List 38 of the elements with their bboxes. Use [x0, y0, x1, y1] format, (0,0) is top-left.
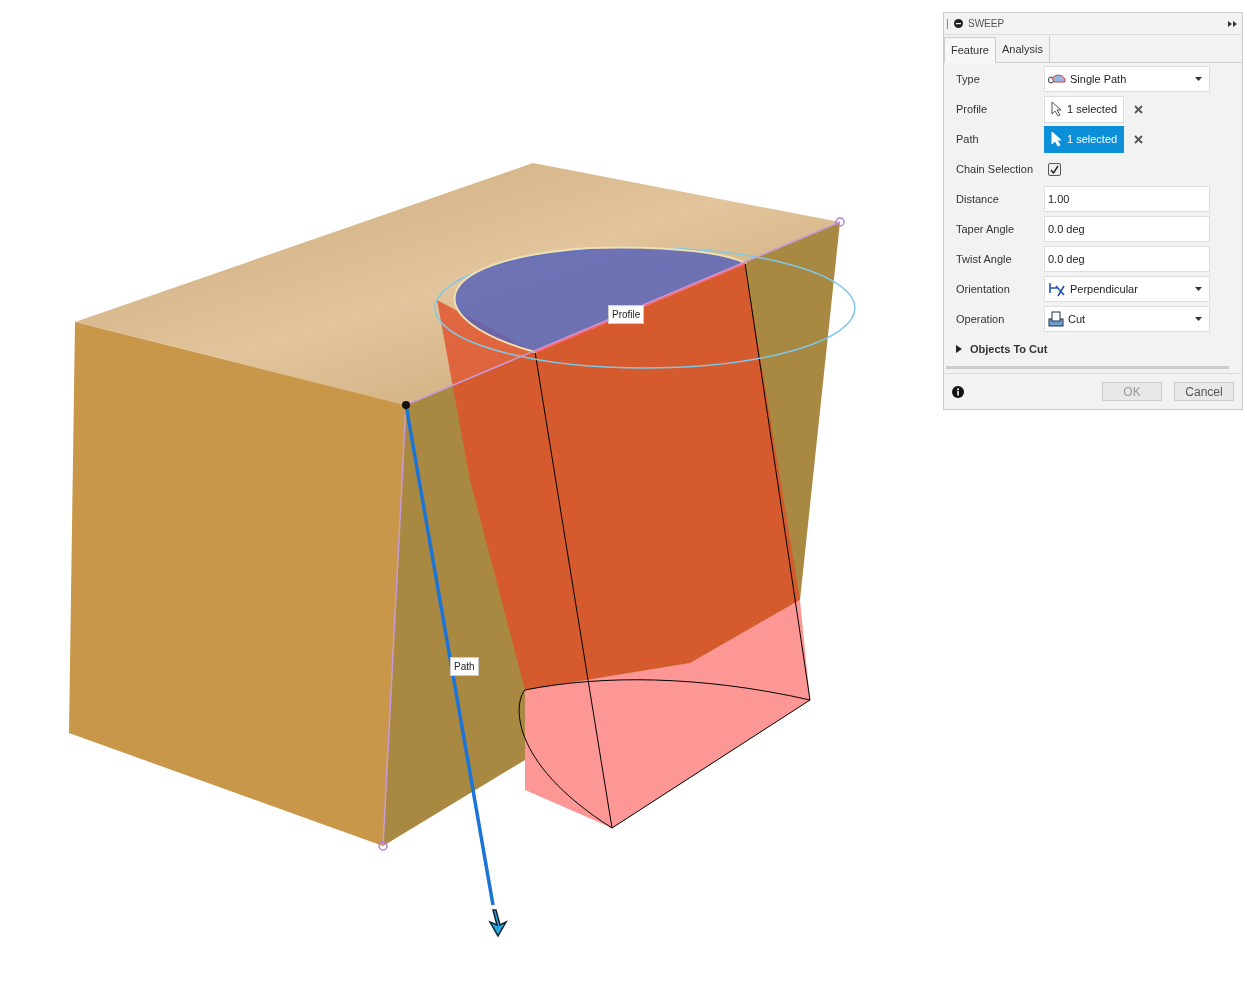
cut-icon — [1048, 311, 1064, 327]
cursor-icon — [1051, 131, 1063, 147]
double-arrow-icon[interactable] — [1228, 20, 1237, 27]
dropdown-field[interactable]: Cut — [1044, 306, 1210, 332]
selection-button[interactable]: 1 selected — [1044, 95, 1125, 123]
input-field[interactable]: 0.0 deg — [1044, 216, 1210, 242]
input-field[interactable]: 0.0 deg — [1044, 246, 1210, 272]
selection-button[interactable]: 1 selected — [1044, 125, 1125, 153]
section-toggle[interactable]: Objects To Cut — [956, 334, 1230, 364]
perpendicular-icon — [1048, 281, 1066, 297]
canvas-label: Profile — [608, 305, 645, 324]
field-label: Twist Angle — [956, 251, 1013, 267]
field-label: Distance — [956, 191, 1000, 207]
info-icon[interactable] — [952, 385, 964, 398]
caret-icon — [1195, 287, 1202, 291]
expand-triangle-icon — [956, 345, 962, 353]
minus-circle-icon[interactable] — [954, 19, 963, 28]
dialog-button[interactable]: Cancel — [1174, 382, 1234, 401]
input-field[interactable]: 1.00 — [1044, 186, 1210, 212]
dropdown-field[interactable]: Single Path — [1044, 66, 1210, 92]
panel-title: SWEEP — [968, 17, 1006, 31]
close-icon[interactable] — [1134, 134, 1144, 144]
field-label: Path — [956, 131, 980, 147]
field-label: Operation — [956, 311, 1006, 327]
field-label: Orientation — [956, 281, 1011, 297]
field-label: Chain Selection — [956, 161, 1035, 177]
sweep-type-icon — [1048, 73, 1066, 85]
field-label: Taper Angle — [956, 221, 1016, 237]
field-label: Type — [956, 71, 981, 87]
tab[interactable]: Feature — [944, 37, 996, 63]
field-label: Profile — [956, 101, 989, 117]
canvas-label: Path — [450, 657, 479, 676]
dropdown-field[interactable]: Perpendicular — [1044, 276, 1210, 302]
caret-icon — [1195, 317, 1202, 321]
caret-icon — [1195, 77, 1202, 81]
cursor-icon — [1051, 101, 1063, 117]
close-icon[interactable] — [1134, 104, 1144, 114]
checkbox[interactable] — [1048, 162, 1061, 176]
